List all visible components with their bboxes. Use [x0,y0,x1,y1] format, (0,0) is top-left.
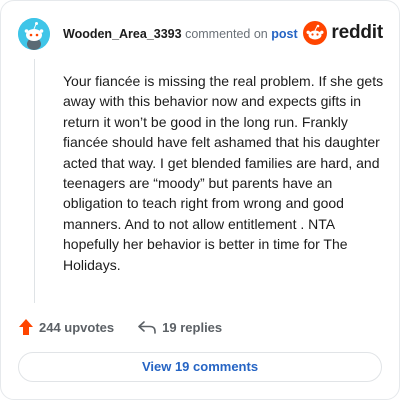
thread-line [34,59,35,303]
comment-card: Wooden_Area_3393 commented on post reddi… [0,0,400,400]
reddit-wordmark: reddit [331,22,383,43]
upvote-button[interactable]: 244 upvotes [19,319,114,335]
user-avatar[interactable] [18,18,50,50]
username[interactable]: Wooden_Area_3393 [63,27,182,41]
post-link[interactable]: post [271,27,297,41]
comment-body: Your fiancée is missing the real problem… [63,73,384,273]
comment-header: Wooden_Area_3393 commented on post [63,27,298,41]
reply-count: 19 replies [162,319,223,335]
reply-arrow-icon [138,321,156,334]
view-comments-button[interactable]: View 19 comments [18,352,382,382]
snoo-avatar-icon [18,18,50,50]
upvote-count: 244 upvotes [39,319,115,335]
reddit-logo-icon [303,21,328,45]
reply-button[interactable]: 19 replies [138,320,222,335]
commented-on-text: commented on [185,27,268,41]
comment-actions: 244 upvotes 19 replies [19,319,222,335]
reddit-brand[interactable]: reddit [303,21,383,45]
upvote-arrow-icon [19,319,33,335]
